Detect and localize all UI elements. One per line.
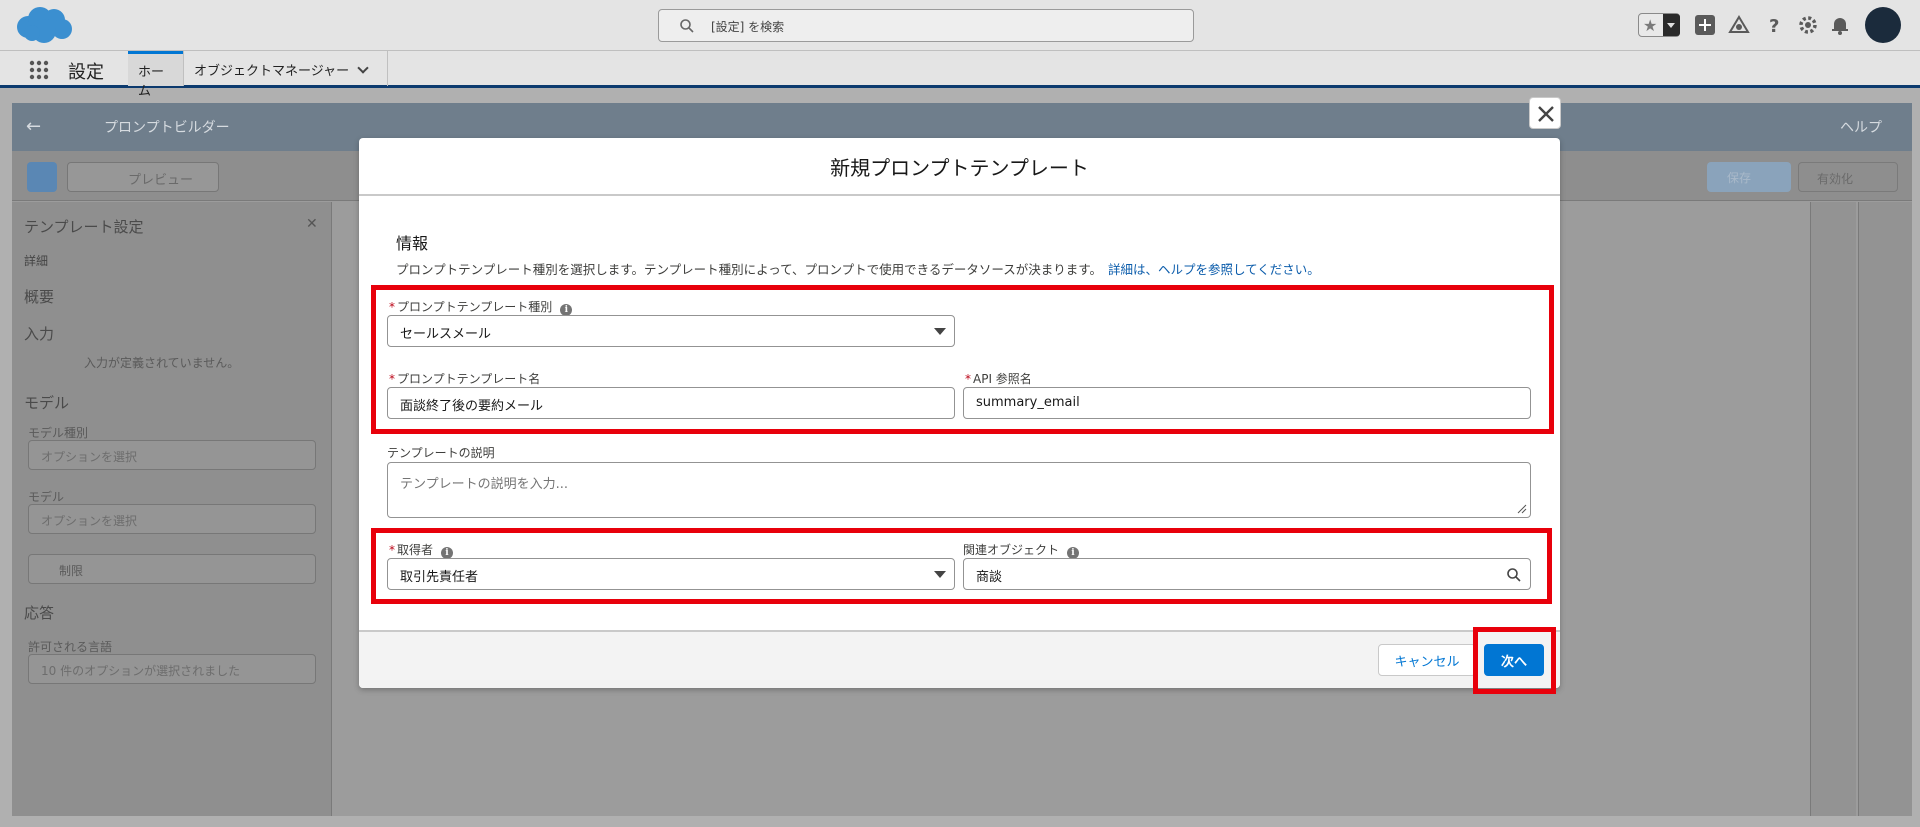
recipient-label: * 取得者 i [389, 541, 454, 559]
model-label: モデル [28, 490, 65, 504]
api-name-value: summary_email [976, 395, 1080, 410]
favorites-button[interactable]: ★ [1638, 13, 1680, 37]
star-icon: ★ [1643, 16, 1658, 35]
recipient-label-text: 取得者 [397, 543, 434, 557]
app-launcher-icon[interactable] [29, 60, 49, 80]
app-name: 設定 [68, 62, 104, 83]
help-icon[interactable]: ? [1764, 14, 1786, 36]
tab-object-manager[interactable]: オブジェクトマネージャー [183, 51, 388, 86]
section-response[interactable]: 応答 [24, 602, 54, 623]
caret-down-icon [934, 328, 946, 335]
related-object-label: 関連オブジェクト i [963, 541, 1080, 559]
salesforce-logo-icon[interactable] [14, 5, 74, 45]
close-icon [1538, 106, 1554, 122]
required-asterisk: * [389, 543, 395, 557]
required-asterisk: * [965, 372, 971, 386]
add-icon[interactable] [1694, 14, 1716, 36]
template-type-select[interactable]: セールスメール [387, 315, 955, 347]
search-placeholder: [設定] を検索 [711, 20, 785, 34]
tab-home-label: ホーム [138, 65, 165, 99]
help-link[interactable]: 詳細は、ヘルプを参照してください。 [1108, 262, 1320, 277]
template-name-input[interactable]: 面談終了後の要約メール [387, 387, 955, 419]
global-search-input[interactable]: [設定] を検索 [658, 9, 1194, 42]
gear-icon[interactable] [1797, 14, 1819, 36]
panel-title: テンプレート設定 [24, 218, 144, 236]
required-asterisk: * [389, 372, 395, 386]
template-name-label: * プロンプトテンプレート名 [389, 370, 540, 387]
allowed-languages-input[interactable]: 10 件のオプションが選択されました [28, 654, 316, 684]
description-placeholder: テンプレートの説明を入力... [400, 477, 569, 492]
allowed-languages-label: 許可される言語 [28, 640, 113, 654]
recipient-select[interactable]: 取引先責任者 [387, 558, 955, 590]
template-settings-panel: テンプレート設定 ✕ 詳細 概要 入力 入力が定義されていません。 モデル モデ… [12, 202, 332, 816]
save-button[interactable]: 保存 [1707, 162, 1791, 192]
app-navigation: 設定 ホーム オブジェクトマネージャー [0, 50, 1920, 99]
search-icon [680, 19, 694, 33]
model-select[interactable]: オプションを選択 [28, 504, 316, 534]
settings-toggle-button[interactable] [27, 162, 57, 192]
tab-object-manager-label: オブジェクトマネージャー [194, 64, 350, 79]
activate-button[interactable]: 有効化 [1798, 162, 1898, 192]
svg-text:?: ? [1769, 16, 1779, 36]
section-overview[interactable]: 概要 [24, 286, 54, 307]
required-asterisk: * [389, 300, 395, 314]
modal-title: 新規プロンプトテンプレート [830, 156, 1089, 180]
description-textarea[interactable]: テンプレートの説明を入力... [387, 462, 1531, 518]
related-object-value: 商談 [976, 570, 1003, 585]
template-type-label: * プロンプトテンプレート種別 i [389, 298, 573, 316]
global-header: [設定] を検索 ★ ? [0, 0, 1920, 50]
model-type-label: モデル種別 [28, 426, 89, 440]
bell-icon[interactable] [1829, 14, 1851, 36]
new-prompt-template-modal: 新規プロンプトテンプレート 情報 プロンプトテンプレート種別を選択します。テンプ… [359, 138, 1560, 688]
template-name-label-text: プロンプトテンプレート名 [397, 372, 541, 386]
section-description: プロンプトテンプレート種別を選択します。テンプレート種別によって、プロンプトで使… [396, 259, 1320, 278]
no-inputs-text: 入力が定義されていません。 [84, 356, 240, 370]
recipient-value: 取引先責任者 [400, 570, 479, 585]
cancel-button[interactable]: キャンセル [1378, 644, 1476, 676]
chevron-down-icon[interactable] [357, 62, 369, 74]
section-title: 情報 [396, 234, 429, 253]
builder-help[interactable]: ヘルプ [1840, 117, 1882, 137]
template-type-label-text: プロンプトテンプレート種別 [397, 300, 553, 314]
builder-title: プロンプトビルダー [104, 120, 230, 136]
trailhead-icon[interactable] [1728, 14, 1750, 36]
avatar[interactable] [1865, 7, 1901, 43]
preview-button[interactable]: プレビュー [67, 162, 219, 192]
tab-home[interactable]: ホーム [128, 51, 183, 99]
description-text: プロンプトテンプレート種別を選択します。テンプレート種別によって、プロンプトで使… [396, 262, 1103, 277]
template-name-value: 面談終了後の要約メール [400, 399, 544, 414]
description-label: テンプレートの説明 [387, 446, 495, 460]
resolved-prompt-column[interactable] [1810, 202, 1856, 816]
favorites-dropdown-icon[interactable] [1663, 14, 1680, 36]
search-icon[interactable] [1506, 567, 1522, 583]
related-object-lookup[interactable]: 商談 [963, 558, 1531, 590]
api-name-label: * API 参照名 [965, 370, 1032, 387]
back-arrow-icon[interactable]: ← [26, 116, 41, 137]
api-name-input[interactable]: summary_email [963, 387, 1531, 419]
model-type-select[interactable]: オプションを選択 [28, 440, 316, 470]
modal-footer: キャンセル 次へ [359, 630, 1560, 688]
tab-details[interactable]: 詳細 [24, 252, 48, 269]
template-type-value: セールスメール [400, 327, 492, 342]
next-button[interactable]: 次へ [1484, 644, 1544, 676]
limits-section[interactable]: 制限 [28, 554, 316, 584]
generated-response-column[interactable] [1858, 202, 1912, 816]
caret-down-icon [934, 571, 946, 578]
section-model[interactable]: モデル [24, 392, 69, 413]
api-name-label-text: API 参照名 [973, 372, 1032, 386]
resize-handle-icon[interactable] [1517, 504, 1527, 514]
modal-close-button[interactable] [1529, 97, 1561, 129]
close-icon[interactable]: ✕ [306, 216, 318, 232]
section-inputs[interactable]: 入力 [24, 323, 54, 344]
related-object-label-text: 関連オブジェクト [963, 543, 1060, 557]
modal-header: 新規プロンプトテンプレート [359, 138, 1560, 196]
